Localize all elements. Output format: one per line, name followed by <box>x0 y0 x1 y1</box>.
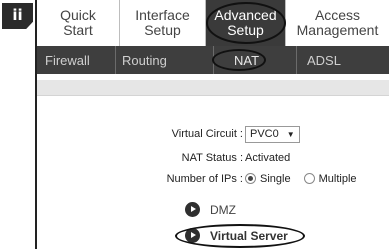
radio-single[interactable] <box>245 173 256 184</box>
radio-single-label: Single <box>260 173 291 185</box>
dmz-label: DMZ <box>210 202 236 217</box>
virtual-server-link[interactable]: Virtual Server <box>185 228 288 243</box>
main-menu: Quick Start Interface Setup Advanced Setup … <box>37 0 389 46</box>
chevron-down-icon: ▼ <box>286 129 295 139</box>
menu-label: Interface Setup <box>135 7 190 38</box>
section-header-band <box>37 80 389 96</box>
arrow-bullet-icon <box>185 228 200 243</box>
menu-label: Quick Start <box>60 7 96 38</box>
virtual-server-label: Virtual Server <box>210 228 288 243</box>
submenu-firewall[interactable]: Firewall <box>37 53 115 68</box>
radio-multiple-label: Multiple <box>318 173 357 185</box>
number-of-ips-label: Number of IPs : <box>166 173 243 185</box>
submenu-nat[interactable]: NAT <box>214 53 296 68</box>
submenu-adsl[interactable]: ADSL <box>297 53 387 68</box>
arrow-bullet-icon <box>185 202 200 217</box>
menu-advanced-setup[interactable]: Advanced Setup <box>206 0 286 46</box>
nat-status-value: Activated <box>245 152 291 164</box>
nat-status-label: NAT Status : <box>181 152 243 164</box>
nat-settings-panel: Virtual Circuit : PVC0 ▼ NAT Status : Ac… <box>37 96 389 249</box>
menu-label: Access Management <box>296 7 379 38</box>
virtual-circuit-value: PVC0 <box>250 128 279 140</box>
submenu-routing[interactable]: Routing <box>116 53 213 68</box>
menu-quick-start[interactable]: Quick Start <box>37 0 120 46</box>
virtual-circuit-label: Virtual Circuit : <box>171 128 243 140</box>
virtual-circuit-select[interactable]: PVC0 ▼ <box>245 125 300 143</box>
step-badge: ii <box>2 3 33 29</box>
menu-interface-setup[interactable]: Interface Setup <box>120 0 206 46</box>
menu-access-management[interactable]: Access Management <box>286 0 389 46</box>
dmz-link[interactable]: DMZ <box>185 202 236 217</box>
menu-label: Advanced Setup <box>214 7 277 38</box>
sub-menu: Firewall Routing NAT ADSL <box>37 46 389 74</box>
radio-multiple[interactable] <box>303 173 315 184</box>
